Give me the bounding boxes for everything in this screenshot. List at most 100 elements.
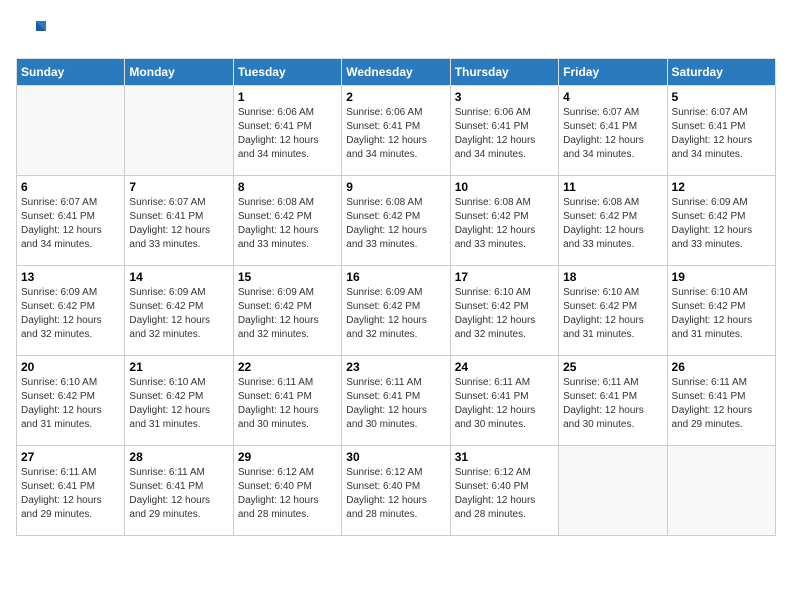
- sunset-text: Sunset: 6:41 PM: [672, 121, 746, 132]
- weekday-header: Thursday: [450, 59, 558, 86]
- calendar-cell: 27 Sunrise: 6:11 AM Sunset: 6:41 PM Dayl…: [17, 446, 125, 536]
- sunrise-text: Sunrise: 6:12 AM: [238, 467, 314, 478]
- day-number: 28: [129, 450, 228, 464]
- sunrise-text: Sunrise: 6:11 AM: [238, 377, 313, 388]
- day-number: 14: [129, 270, 228, 284]
- sunrise-text: Sunrise: 6:06 AM: [238, 107, 314, 118]
- cell-content: Sunrise: 6:08 AM Sunset: 6:42 PM Dayligh…: [563, 196, 662, 252]
- cell-content: Sunrise: 6:08 AM Sunset: 6:42 PM Dayligh…: [238, 196, 337, 252]
- cell-content: Sunrise: 6:06 AM Sunset: 6:41 PM Dayligh…: [455, 106, 554, 162]
- calendar-cell: 4 Sunrise: 6:07 AM Sunset: 6:41 PM Dayli…: [559, 86, 667, 176]
- calendar-cell: 11 Sunrise: 6:08 AM Sunset: 6:42 PM Dayl…: [559, 176, 667, 266]
- day-number: 30: [346, 450, 445, 464]
- day-number: 4: [563, 90, 662, 104]
- calendar-week-row: 13 Sunrise: 6:09 AM Sunset: 6:42 PM Dayl…: [17, 266, 776, 356]
- daylight-text: Daylight: 12 hours and 32 minutes.: [346, 315, 427, 340]
- sunrise-text: Sunrise: 6:12 AM: [346, 467, 422, 478]
- sunrise-text: Sunrise: 6:10 AM: [672, 287, 748, 298]
- day-number: 27: [21, 450, 120, 464]
- weekday-header: Tuesday: [233, 59, 341, 86]
- weekday-header: Wednesday: [342, 59, 450, 86]
- sunrise-text: Sunrise: 6:09 AM: [21, 287, 97, 298]
- calendar-cell: [559, 446, 667, 536]
- sunset-text: Sunset: 6:40 PM: [455, 481, 529, 492]
- sunrise-text: Sunrise: 6:10 AM: [129, 377, 205, 388]
- cell-content: Sunrise: 6:12 AM Sunset: 6:40 PM Dayligh…: [238, 466, 337, 522]
- daylight-text: Daylight: 12 hours and 28 minutes.: [346, 495, 427, 520]
- cell-content: Sunrise: 6:10 AM Sunset: 6:42 PM Dayligh…: [672, 286, 771, 342]
- logo: [16, 16, 48, 46]
- daylight-text: Daylight: 12 hours and 30 minutes.: [346, 405, 427, 430]
- page-header: [16, 16, 776, 46]
- cell-content: Sunrise: 6:11 AM Sunset: 6:41 PM Dayligh…: [672, 376, 771, 432]
- daylight-text: Daylight: 12 hours and 31 minutes.: [21, 405, 102, 430]
- day-number: 31: [455, 450, 554, 464]
- cell-content: Sunrise: 6:07 AM Sunset: 6:41 PM Dayligh…: [563, 106, 662, 162]
- daylight-text: Daylight: 12 hours and 30 minutes.: [563, 405, 644, 430]
- day-number: 25: [563, 360, 662, 374]
- sunrise-text: Sunrise: 6:10 AM: [21, 377, 97, 388]
- sunrise-text: Sunrise: 6:11 AM: [129, 467, 204, 478]
- daylight-text: Daylight: 12 hours and 33 minutes.: [563, 225, 644, 250]
- daylight-text: Daylight: 12 hours and 33 minutes.: [346, 225, 427, 250]
- calendar-header-row: SundayMondayTuesdayWednesdayThursdayFrid…: [17, 59, 776, 86]
- weekday-header: Monday: [125, 59, 233, 86]
- calendar-table: SundayMondayTuesdayWednesdayThursdayFrid…: [16, 58, 776, 536]
- cell-content: Sunrise: 6:07 AM Sunset: 6:41 PM Dayligh…: [21, 196, 120, 252]
- daylight-text: Daylight: 12 hours and 33 minutes.: [672, 225, 753, 250]
- cell-content: Sunrise: 6:11 AM Sunset: 6:41 PM Dayligh…: [129, 466, 228, 522]
- sunset-text: Sunset: 6:42 PM: [238, 211, 312, 222]
- day-number: 11: [563, 180, 662, 194]
- calendar-cell: 8 Sunrise: 6:08 AM Sunset: 6:42 PM Dayli…: [233, 176, 341, 266]
- day-number: 2: [346, 90, 445, 104]
- day-number: 6: [21, 180, 120, 194]
- sunset-text: Sunset: 6:42 PM: [21, 391, 95, 402]
- sunrise-text: Sunrise: 6:08 AM: [346, 197, 422, 208]
- weekday-header: Sunday: [17, 59, 125, 86]
- calendar-cell: 25 Sunrise: 6:11 AM Sunset: 6:41 PM Dayl…: [559, 356, 667, 446]
- sunrise-text: Sunrise: 6:09 AM: [672, 197, 748, 208]
- daylight-text: Daylight: 12 hours and 34 minutes.: [563, 135, 644, 160]
- daylight-text: Daylight: 12 hours and 30 minutes.: [455, 405, 536, 430]
- daylight-text: Daylight: 12 hours and 32 minutes.: [455, 315, 536, 340]
- calendar-cell: 26 Sunrise: 6:11 AM Sunset: 6:41 PM Dayl…: [667, 356, 775, 446]
- calendar-cell: 15 Sunrise: 6:09 AM Sunset: 6:42 PM Dayl…: [233, 266, 341, 356]
- calendar-cell: 7 Sunrise: 6:07 AM Sunset: 6:41 PM Dayli…: [125, 176, 233, 266]
- day-number: 15: [238, 270, 337, 284]
- sunset-text: Sunset: 6:41 PM: [346, 391, 420, 402]
- sunrise-text: Sunrise: 6:09 AM: [346, 287, 422, 298]
- daylight-text: Daylight: 12 hours and 32 minutes.: [129, 315, 210, 340]
- cell-content: Sunrise: 6:09 AM Sunset: 6:42 PM Dayligh…: [346, 286, 445, 342]
- calendar-cell: 6 Sunrise: 6:07 AM Sunset: 6:41 PM Dayli…: [17, 176, 125, 266]
- sunset-text: Sunset: 6:41 PM: [563, 391, 637, 402]
- cell-content: Sunrise: 6:09 AM Sunset: 6:42 PM Dayligh…: [672, 196, 771, 252]
- cell-content: Sunrise: 6:10 AM Sunset: 6:42 PM Dayligh…: [129, 376, 228, 432]
- sunset-text: Sunset: 6:42 PM: [672, 301, 746, 312]
- daylight-text: Daylight: 12 hours and 32 minutes.: [21, 315, 102, 340]
- daylight-text: Daylight: 12 hours and 31 minutes.: [563, 315, 644, 340]
- weekday-header: Friday: [559, 59, 667, 86]
- day-number: 3: [455, 90, 554, 104]
- sunrise-text: Sunrise: 6:08 AM: [563, 197, 639, 208]
- sunset-text: Sunset: 6:42 PM: [563, 301, 637, 312]
- cell-content: Sunrise: 6:10 AM Sunset: 6:42 PM Dayligh…: [455, 286, 554, 342]
- calendar-cell: 24 Sunrise: 6:11 AM Sunset: 6:41 PM Dayl…: [450, 356, 558, 446]
- sunrise-text: Sunrise: 6:11 AM: [563, 377, 638, 388]
- sunrise-text: Sunrise: 6:06 AM: [346, 107, 422, 118]
- day-number: 23: [346, 360, 445, 374]
- calendar-cell: 31 Sunrise: 6:12 AM Sunset: 6:40 PM Dayl…: [450, 446, 558, 536]
- sunrise-text: Sunrise: 6:07 AM: [563, 107, 639, 118]
- cell-content: Sunrise: 6:12 AM Sunset: 6:40 PM Dayligh…: [346, 466, 445, 522]
- day-number: 13: [21, 270, 120, 284]
- cell-content: Sunrise: 6:11 AM Sunset: 6:41 PM Dayligh…: [455, 376, 554, 432]
- cell-content: Sunrise: 6:11 AM Sunset: 6:41 PM Dayligh…: [21, 466, 120, 522]
- cell-content: Sunrise: 6:11 AM Sunset: 6:41 PM Dayligh…: [563, 376, 662, 432]
- daylight-text: Daylight: 12 hours and 28 minutes.: [238, 495, 319, 520]
- sunset-text: Sunset: 6:42 PM: [672, 211, 746, 222]
- sunrise-text: Sunrise: 6:07 AM: [129, 197, 205, 208]
- sunset-text: Sunset: 6:42 PM: [129, 391, 203, 402]
- day-number: 19: [672, 270, 771, 284]
- sunset-text: Sunset: 6:41 PM: [129, 211, 203, 222]
- daylight-text: Daylight: 12 hours and 34 minutes.: [455, 135, 536, 160]
- sunset-text: Sunset: 6:40 PM: [238, 481, 312, 492]
